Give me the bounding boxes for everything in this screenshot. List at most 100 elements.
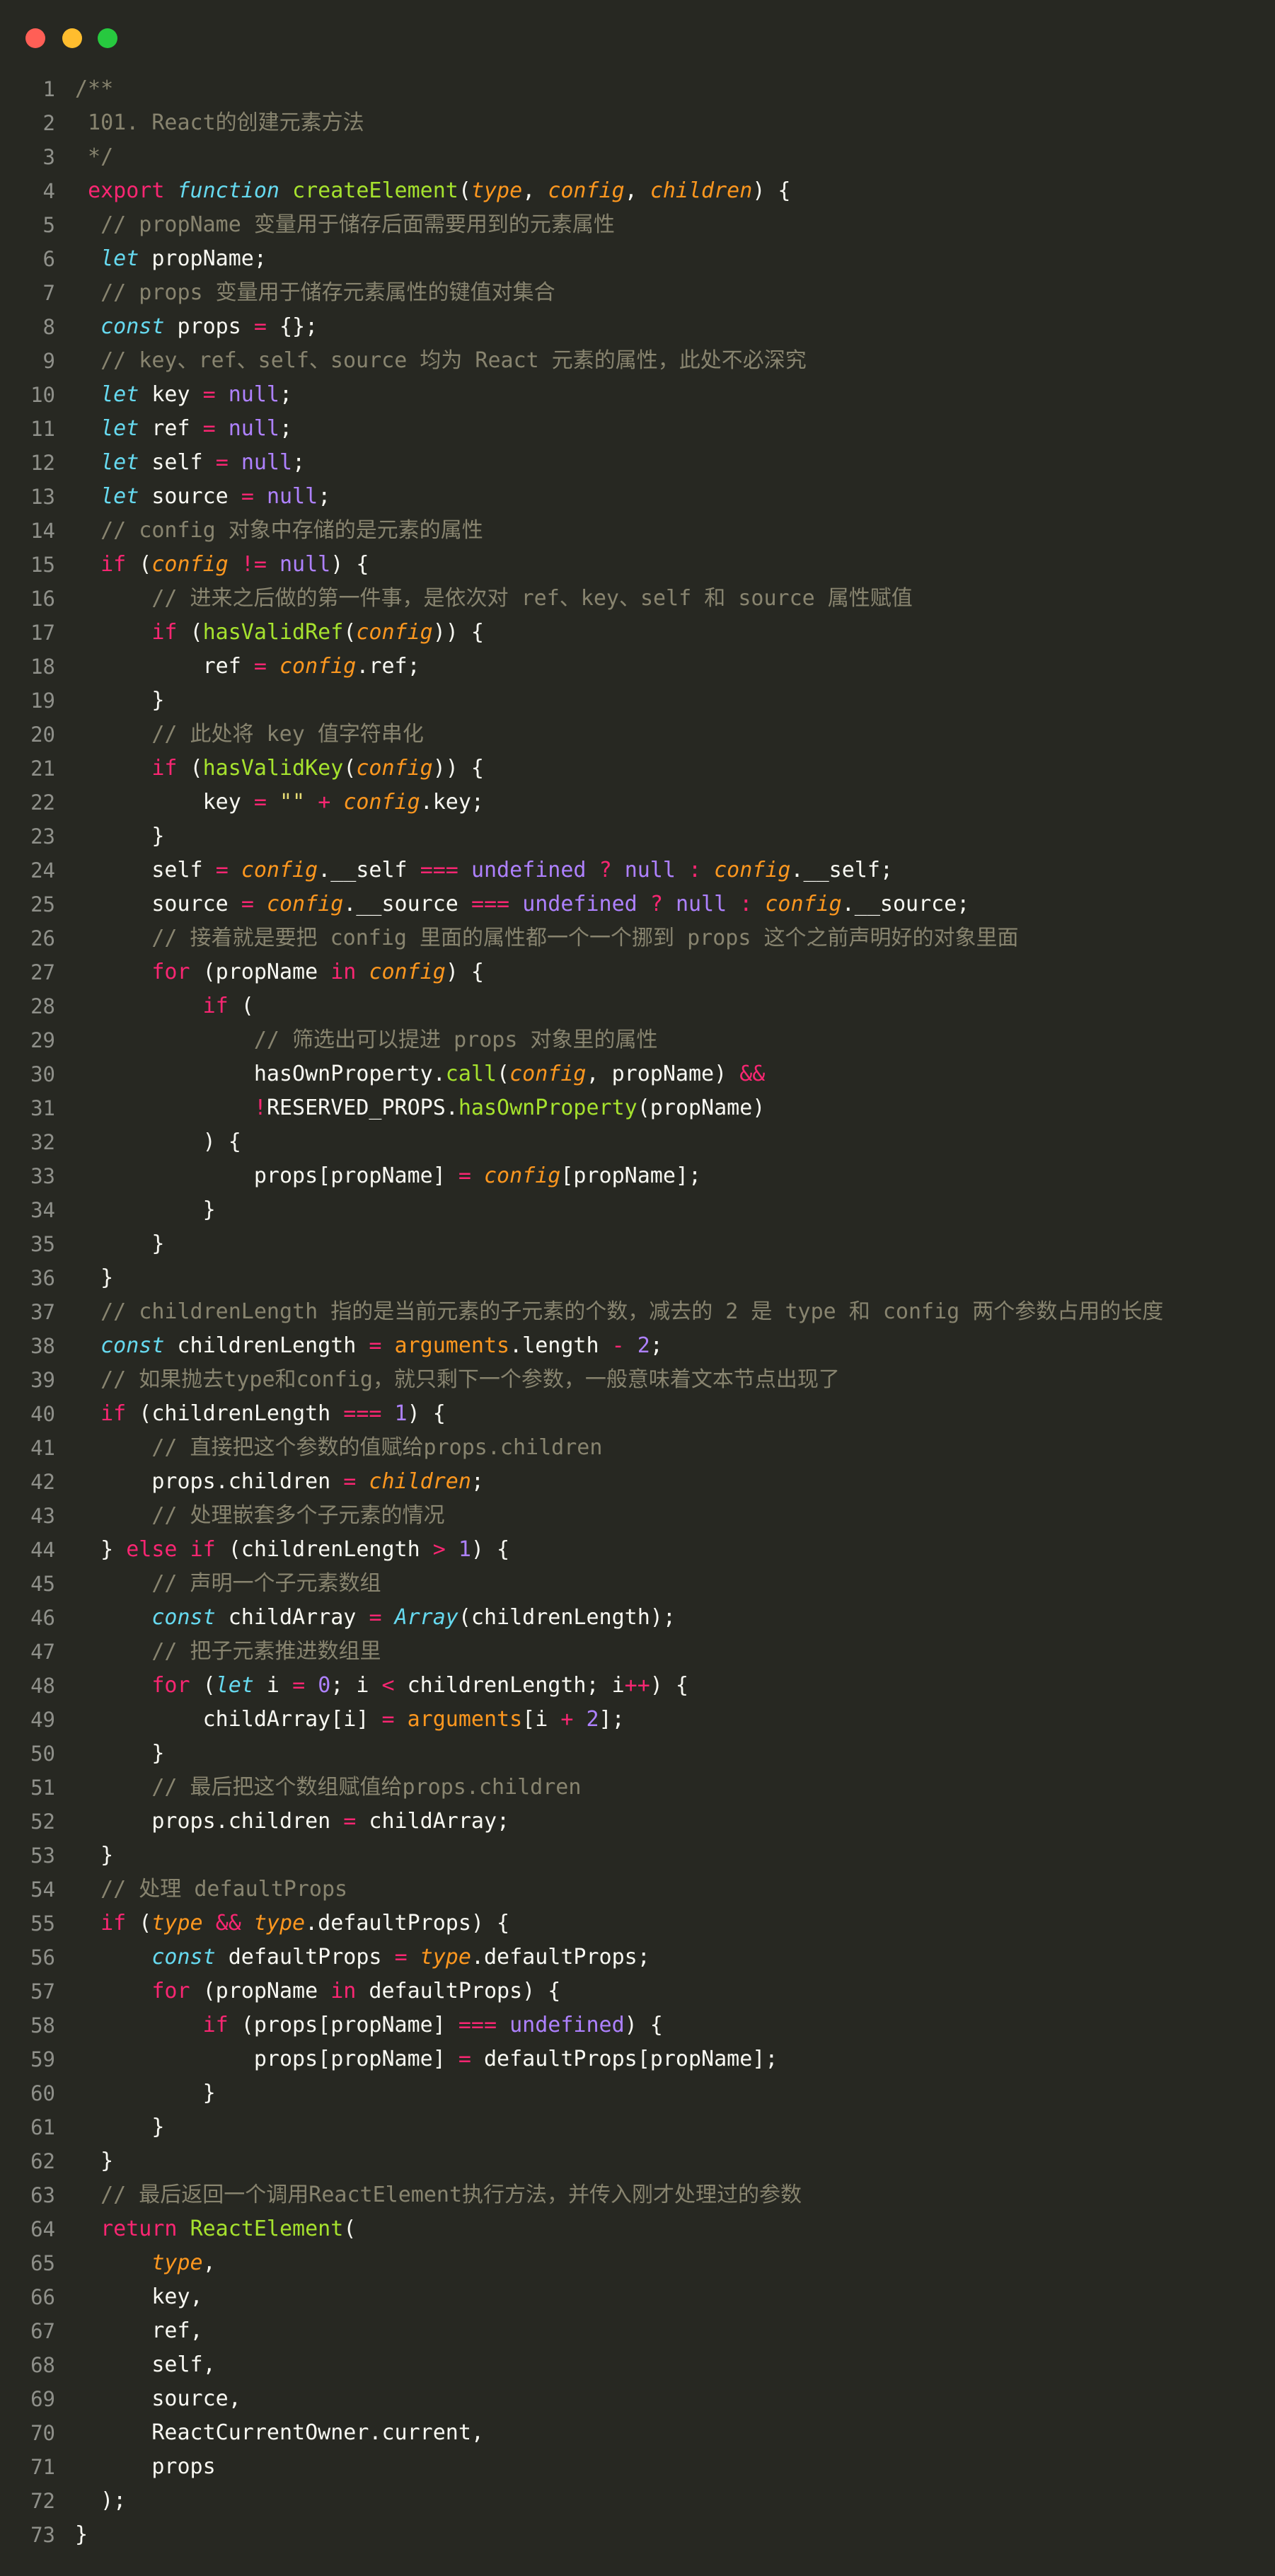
line-number: 20: [30, 723, 55, 747]
code-line: 67 ref,: [0, 2314, 1275, 2348]
line-number: 18: [30, 655, 55, 679]
line-number: 65: [30, 2251, 55, 2275]
code-token: null: [228, 382, 279, 407]
code-token: key: [75, 790, 254, 815]
line-number: 29: [30, 1028, 55, 1052]
code-token: arguments: [394, 1333, 510, 1358]
code-token: // 进来之后做的第一件事，是依次对 ref、key、self 和 source…: [151, 586, 913, 611]
line-number: 66: [30, 2285, 55, 2309]
line-number: 15: [30, 553, 55, 577]
code-token: defaultProps) {: [356, 1979, 561, 2003]
line-source: 101. React的创建元素方法: [75, 106, 364, 140]
line-number: 71: [30, 2455, 55, 2479]
line-source: // props 变量用于储存元素属性的键值对集合: [75, 276, 555, 310]
code-token: .defaultProps;: [471, 1945, 650, 1970]
code-token: type: [471, 178, 523, 203]
line-source: if (childrenLength === 1) {: [75, 1397, 446, 1431]
code-token: +: [560, 1707, 574, 1732]
code-token: }: [75, 2081, 216, 2105]
code-token: .ref;: [356, 654, 420, 679]
code-line: 33 props[propName] = config[propName];: [0, 1159, 1275, 1193]
code-token: Array: [394, 1605, 458, 1630]
code-line: 66 key,: [0, 2280, 1275, 2314]
line-number: 33: [30, 1164, 55, 1188]
code-line: 35 }: [0, 1227, 1275, 1261]
code-token: =: [253, 314, 267, 339]
code-token: ) {: [330, 552, 369, 577]
code-token: [propName];: [560, 1163, 702, 1188]
code-token: }: [75, 1197, 216, 1222]
code-token: ; i: [330, 1673, 382, 1698]
line-source: !RESERVED_PROPS.hasOwnProperty(propName): [75, 1091, 766, 1125]
line-source: if (hasValidKey(config)) {: [75, 752, 484, 786]
code-token: }: [75, 1537, 127, 1562]
line-number: 3: [42, 145, 55, 169]
line-source: const props = {};: [75, 310, 318, 344]
code-token: :: [739, 892, 753, 916]
code-token: config: [356, 620, 433, 645]
code-token: }: [75, 2115, 165, 2139]
line-number: 31: [30, 1096, 55, 1120]
code-line: 15 if (config != null) {: [0, 548, 1275, 582]
code-token: childArray: [215, 1605, 369, 1630]
code-token: // 筛选出可以提进 props 对象里的属性: [253, 1028, 658, 1052]
code-line: 16 // 进来之后做的第一件事，是依次对 ref、key、self 和 sou…: [0, 582, 1275, 616]
code-token: let: [100, 416, 139, 441]
code-token: childrenLength; i: [394, 1673, 625, 1698]
line-number: 67: [30, 2319, 55, 2343]
code-token: ,: [202, 2250, 216, 2275]
line-number: 7: [42, 281, 55, 305]
code-token: ;: [471, 1469, 484, 1494]
code-token: =: [458, 1163, 471, 1188]
code-token: null: [675, 892, 727, 916]
maximize-button[interactable]: [98, 28, 117, 48]
code-token: .__source;: [841, 892, 970, 916]
code-token: ++: [624, 1673, 650, 1698]
code-line: 12 let self = null;: [0, 446, 1275, 480]
code-token: =: [202, 416, 216, 441]
line-source: }: [75, 2144, 113, 2178]
code-line: 34 }: [0, 1193, 1275, 1227]
code-token: children: [650, 178, 753, 203]
code-token: !: [253, 1096, 267, 1120]
close-button[interactable]: [25, 28, 45, 48]
line-source: let propName;: [75, 242, 267, 276]
code-token: <: [381, 1673, 395, 1698]
code-line: 30 hasOwnProperty.call(config, propName)…: [0, 1057, 1275, 1091]
code-token: =: [202, 382, 216, 407]
line-source: ref = config.ref;: [75, 650, 420, 684]
code-token: (childrenLength: [126, 1401, 344, 1426]
code-line: 41 // 直接把这个参数的值赋给props.children: [0, 1431, 1275, 1465]
code-token: ref: [75, 654, 254, 679]
line-source: ReactCurrentOwner.current,: [75, 2416, 484, 2450]
code-line: 20 // 此处将 key 值字符串化: [0, 718, 1275, 752]
code-token: =: [343, 1809, 357, 1834]
line-number: 59: [30, 2047, 55, 2071]
code-token: let: [215, 1673, 254, 1698]
line-source: let source = null;: [75, 480, 330, 514]
line-number: 6: [42, 247, 55, 271]
line-source: // 此处将 key 值字符串化: [75, 718, 424, 752]
code-token: =: [458, 2047, 471, 2071]
code-token: ;: [279, 382, 293, 407]
line-source: let key = null;: [75, 378, 292, 412]
code-token: (: [228, 994, 254, 1018]
code-token: {};: [266, 314, 318, 339]
code-token: }: [75, 1265, 114, 1290]
minimize-button[interactable]: [62, 28, 82, 48]
code-token: ref,: [75, 2318, 203, 2343]
code-token: for: [151, 1979, 190, 2003]
code-token: undefined: [471, 858, 587, 882]
